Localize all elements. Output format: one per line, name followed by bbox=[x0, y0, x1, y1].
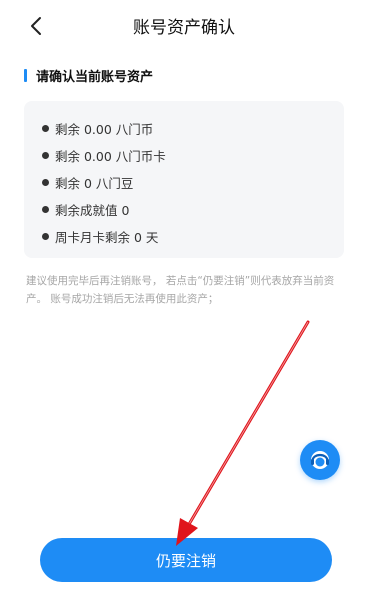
asset-item-text: 周卡月卡剩余 0 天 bbox=[55, 230, 159, 245]
asset-item-text: 剩余成就值 0 bbox=[55, 203, 130, 218]
asset-item: 剩余 0.00 八门币 bbox=[42, 115, 166, 142]
customer-service-icon bbox=[311, 451, 329, 469]
page-title: 账号资产确认 bbox=[133, 18, 235, 38]
asset-item: 周卡月卡剩余 0 天 bbox=[42, 223, 166, 250]
header-bar: 账号资产确认 bbox=[0, 0, 368, 48]
bullet-icon bbox=[42, 206, 49, 213]
bullet-icon bbox=[42, 179, 49, 186]
confirm-cancel-account-button[interactable]: 仍要注销 bbox=[40, 538, 332, 582]
asset-item: 剩余 0.00 八门币卡 bbox=[42, 142, 166, 169]
bullet-icon bbox=[42, 233, 49, 240]
asset-list: 剩余 0.00 八门币 剩余 0.00 八门币卡 剩余 0 八门豆 剩余成就值 … bbox=[42, 115, 166, 250]
asset-item: 剩余成就值 0 bbox=[42, 196, 166, 223]
section-heading-text: 请确认当前账号资产 bbox=[36, 69, 154, 85]
accent-bar bbox=[24, 68, 27, 82]
customer-service-button[interactable] bbox=[300, 440, 340, 480]
asset-item: 剩余 0 八门豆 bbox=[42, 169, 166, 196]
section-heading: 请确认当前账号资产 bbox=[24, 66, 154, 85]
bullet-icon bbox=[42, 125, 49, 132]
asset-card: 剩余 0.00 八门币 剩余 0.00 八门币卡 剩余 0 八门豆 剩余成就值 … bbox=[24, 101, 344, 258]
bullet-icon bbox=[42, 152, 49, 159]
asset-item-text: 剩余 0 八门豆 bbox=[55, 176, 134, 191]
asset-item-text: 剩余 0.00 八门币 bbox=[55, 122, 154, 137]
notice-text: 建议使用完毕后再注销账号， 若点击“仍要注销”则代表放弃当前资产。 账号成功注销… bbox=[26, 275, 335, 305]
asset-item-text: 剩余 0.00 八门币卡 bbox=[55, 149, 166, 164]
